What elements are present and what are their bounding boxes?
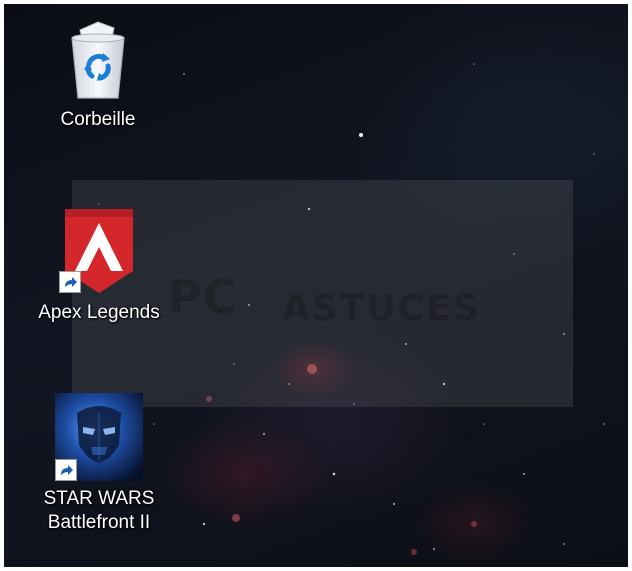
star-wars-battlefront-label: STAR WARS Battlefront II: [43, 488, 155, 533]
star-wars-battlefront-icon: [55, 393, 143, 481]
shortcut-arrow-icon: [55, 459, 77, 481]
recycle-bin-icon: [58, 18, 138, 102]
apex-legends-label: Apex Legends: [38, 302, 160, 323]
recycle-bin-desktop-icon[interactable]: Corbeille: [23, 18, 173, 132]
watermark-logo-text: ASTUCES: [282, 288, 481, 329]
star-wars-battlefront-desktop-icon[interactable]: STAR WARS Battlefront II: [24, 393, 174, 535]
apex-legends-desktop-icon[interactable]: Apex Legends: [24, 205, 174, 325]
recycle-bin-label: Corbeille: [60, 109, 136, 130]
desktop[interactable]: PC ASTUCES Corbeille Apex Legends STAR W…: [4, 4, 628, 567]
watermark-logo-mark: PC: [168, 270, 238, 324]
apex-legends-icon: [59, 205, 139, 295]
shortcut-arrow-icon: [59, 271, 81, 293]
